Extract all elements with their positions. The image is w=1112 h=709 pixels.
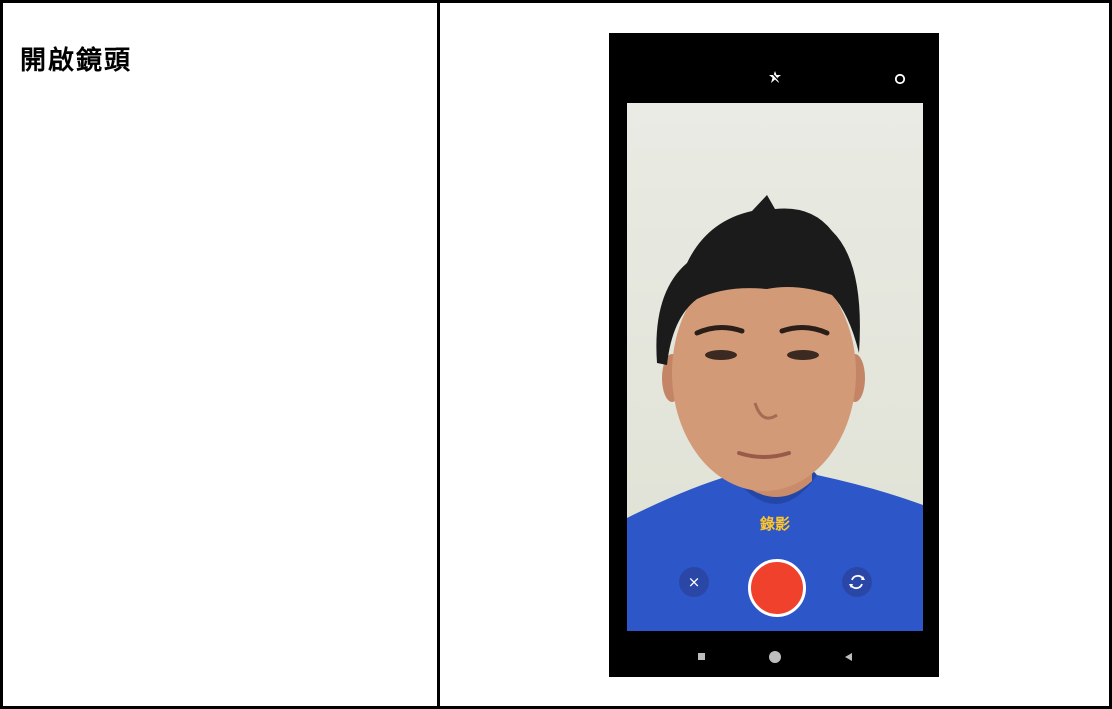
camera-viewfinder: 錄影 × [627,103,923,631]
table-frame [0,0,1112,709]
settings-icon[interactable] [894,73,906,85]
switch-camera-icon [849,574,865,590]
nav-recents-icon[interactable] [698,653,705,660]
nav-back-icon[interactable] [845,653,852,661]
column-divider [437,0,440,709]
flash-off-icon[interactable] [769,71,781,83]
phone-screenshot: 錄影 × [609,33,939,677]
close-icon: × [687,573,701,591]
video-mode-label[interactable]: 錄影 [627,513,923,534]
step-label: 開啟鏡頭 [20,46,133,76]
camera-top-bar [609,33,939,103]
camera-preview-image [627,195,923,631]
switch-camera-button[interactable] [842,567,872,597]
close-button[interactable]: × [679,567,709,597]
record-button[interactable] [748,559,806,617]
android-nav-bar [609,631,939,677]
nav-home-icon[interactable] [769,651,781,663]
